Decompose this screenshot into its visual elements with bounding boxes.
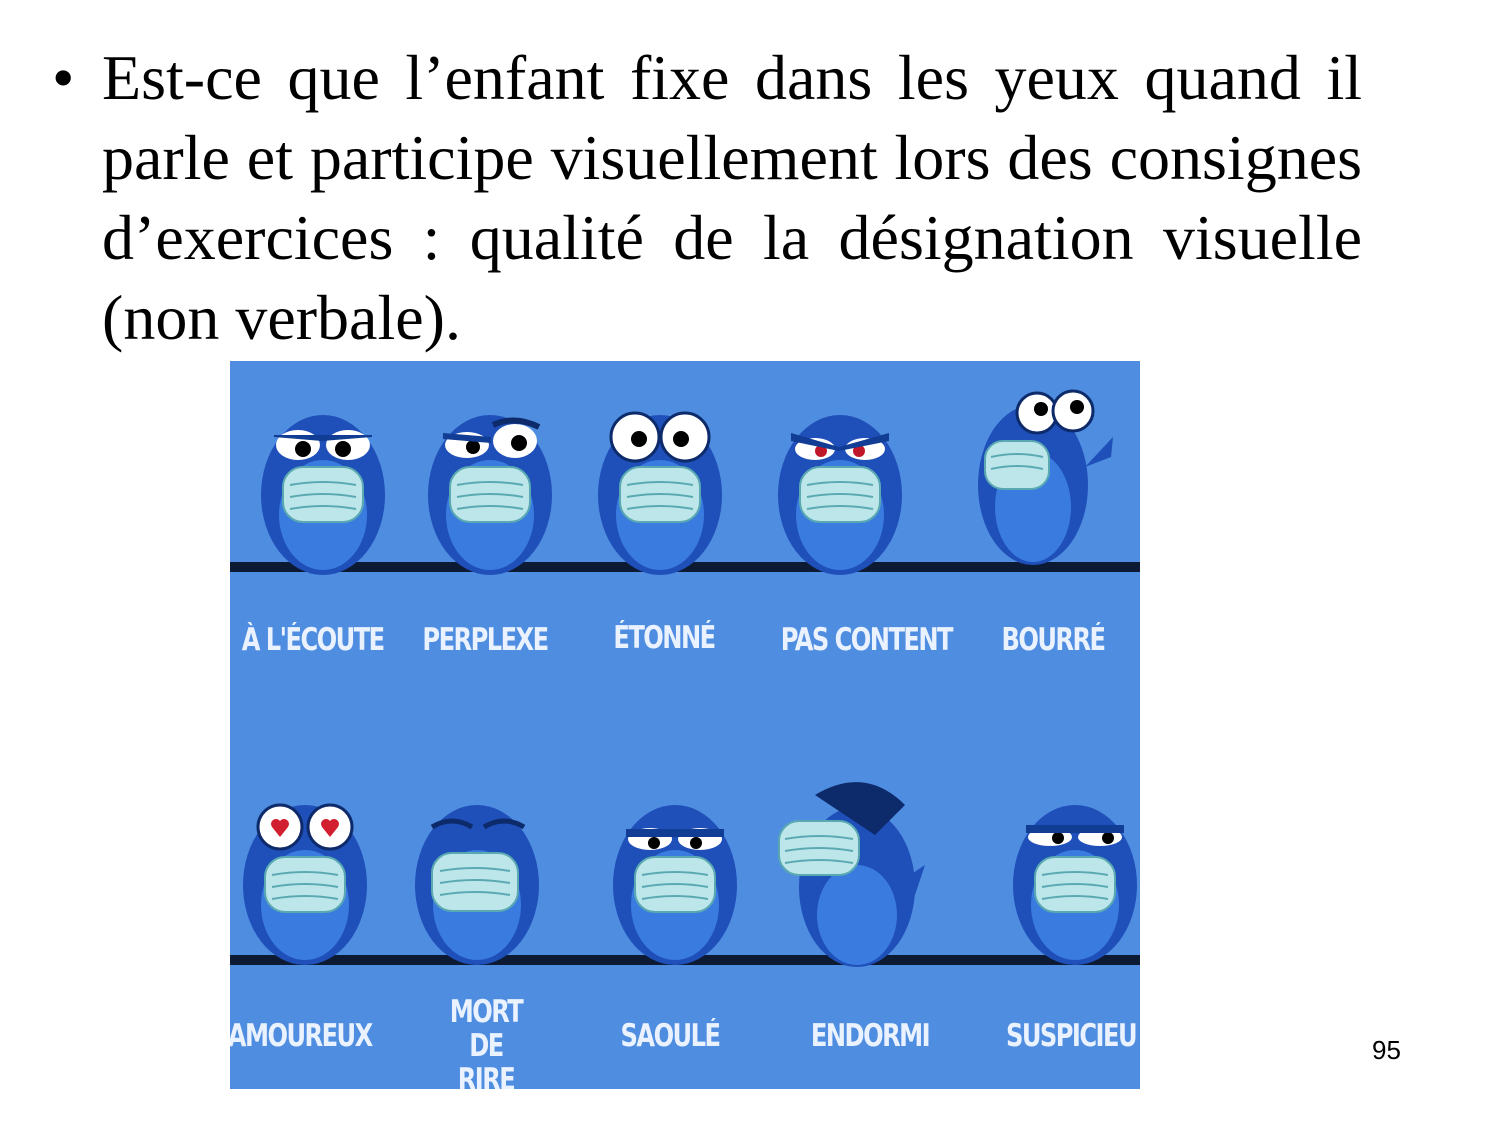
owl-asleep [775,765,925,975]
owl-label: BOURRÉ [1001,622,1106,658]
owl-tipsy [600,765,750,975]
owl-not-happy [765,375,915,585]
owl-listening [248,375,398,585]
owl-label: ENDORMI [810,1018,931,1054]
owl-label: MORT DE RIRE [449,994,524,1089]
owl-label: AMOUREUX [230,1018,373,1054]
owl-label: SUSPICIEU [1005,1018,1138,1054]
owl-perplexed [415,375,565,585]
owl-laughing [402,765,552,975]
owl-label: PAS CONTENT [780,622,954,658]
owl-label: À L'ÉCOUTE [241,622,385,658]
owl-emotions-illustration: À L'ÉCOUTE PERPLEXE ÉTONNÉ PAS CONTENT B… [230,361,1140,1089]
owl-in-love [230,765,380,975]
owl-label: PERPLEXE [422,622,549,658]
owl-drunk [965,367,1115,577]
bullet-text: Est-ce que l’enfant fixe dans les yeux q… [102,42,1362,353]
owl-label: SAOULÉ [620,1018,721,1054]
page-number: 95 [1372,1035,1401,1065]
bullet-dot: • [52,42,75,113]
bullet-item: • Est-ce que l’enfant fixe dans les yeux… [52,38,1362,358]
owl-label: ÉTONNÉ [613,620,716,656]
owl-suspicious [1000,765,1140,975]
owl-surprised [585,375,735,585]
